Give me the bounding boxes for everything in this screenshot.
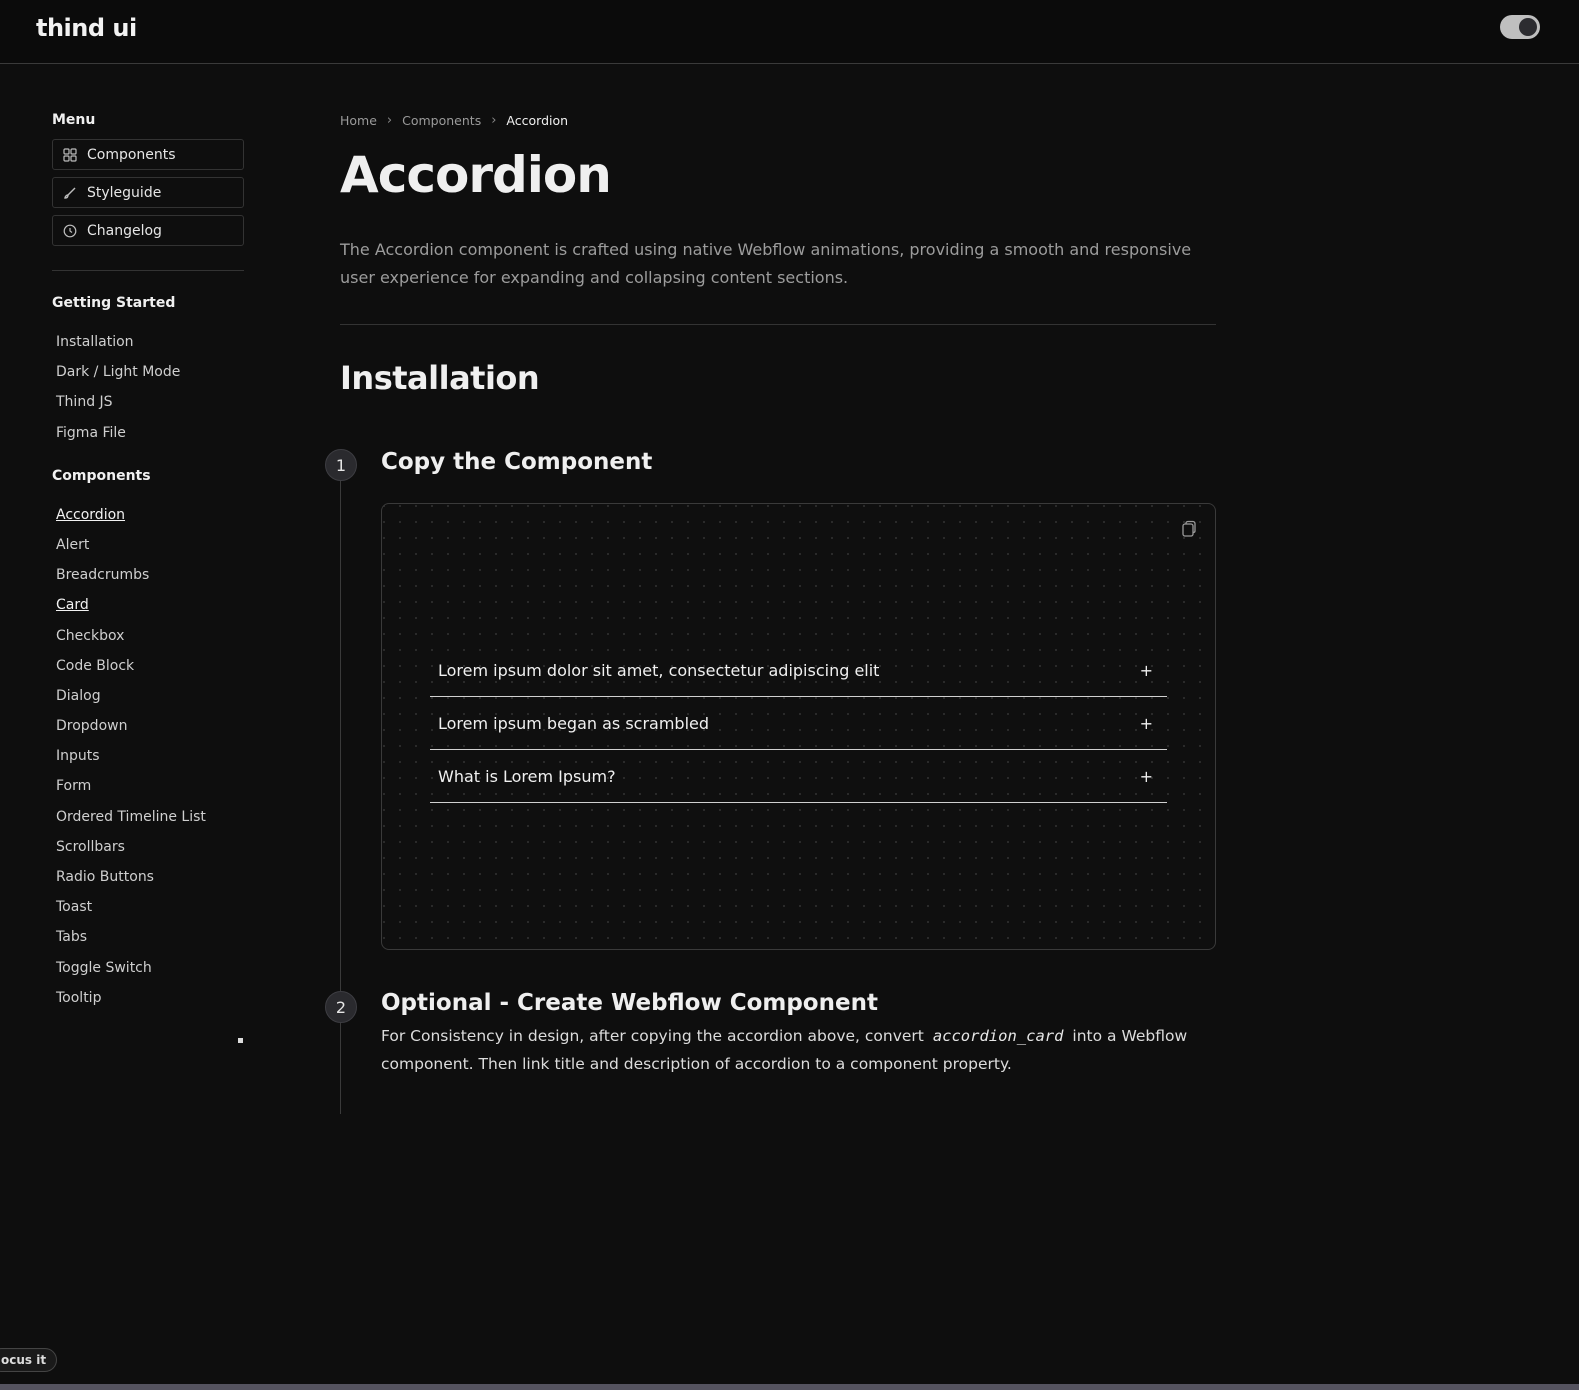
sidebar-item-tabs[interactable]: Tabs — [52, 922, 244, 952]
plus-icon: + — [1139, 660, 1153, 680]
brush-icon — [64, 187, 76, 199]
menu-item-label: Styleguide — [87, 184, 162, 201]
sidebar-item-thind-js[interactable]: Thind JS — [52, 387, 244, 417]
step-number: 1 — [325, 449, 357, 481]
sidebar-item-dialog[interactable]: Dialog — [52, 681, 244, 711]
components-heading: Components — [52, 467, 151, 484]
accordion-question: Lorem ipsum began as scrambled — [438, 713, 710, 733]
menu-item-changelog[interactable]: Changelog — [52, 215, 244, 246]
sidebar: Menu Components Styleguide Changelog Get… — [52, 112, 244, 1013]
breadcrumb-components[interactable]: Components — [402, 113, 481, 128]
sidebar-item-toast[interactable]: Toast — [52, 892, 244, 922]
accordion-item[interactable]: What is Lorem Ipsum? + — [430, 750, 1167, 803]
sidebar-item-alert[interactable]: Alert — [52, 530, 244, 560]
sidebar-item-breadcrumbs[interactable]: Breadcrumbs — [52, 560, 244, 590]
getting-started-list: Installation Dark / Light Mode Thind JS … — [52, 327, 244, 448]
sidebar-item-tooltip[interactable]: Tooltip — [52, 983, 244, 1013]
installation-heading: Installation — [340, 359, 540, 397]
sidebar-item-checkbox[interactable]: Checkbox — [52, 621, 244, 651]
sidebar-item-radio-buttons[interactable]: Radio Buttons — [52, 862, 244, 892]
component-preview: Lorem ipsum dolor sit amet, consectetur … — [381, 503, 1216, 950]
top-bar: thind ui — [0, 0, 1579, 64]
page-lead: The Accordion component is crafted using… — [340, 240, 1192, 287]
theme-toggle[interactable] — [1500, 15, 1540, 39]
chevron-right-icon: › — [386, 112, 393, 128]
accordion-item[interactable]: Lorem ipsum began as scrambled + — [430, 697, 1167, 750]
sidebar-divider — [52, 270, 244, 271]
sidebar-item-dropdown[interactable]: Dropdown — [52, 711, 244, 741]
sidebar-item-figma-file[interactable]: Figma File — [52, 418, 244, 448]
clock-icon — [63, 224, 77, 237]
step-title: Copy the Component — [381, 449, 653, 475]
step-number: 2 — [325, 991, 357, 1023]
step-text-before: For Consistency in design, after copying… — [381, 1027, 924, 1045]
breadcrumb: Home › Components › Accordion — [340, 110, 1216, 130]
sidebar-item-ordered-timeline-list[interactable]: Ordered Timeline List — [52, 802, 244, 832]
sidebar-marker — [238, 1038, 243, 1043]
sidebar-item-form[interactable]: Form — [52, 771, 244, 801]
plus-icon: + — [1139, 713, 1153, 733]
focus-pill[interactable]: ocus it — [0, 1348, 58, 1372]
main-content: Home › Components › Accordion Accordion … — [340, 110, 1216, 397]
content-divider — [340, 324, 1216, 325]
page-title: Accordion — [340, 146, 612, 204]
sidebar-item-toggle-switch[interactable]: Toggle Switch — [52, 953, 244, 983]
getting-started-heading: Getting Started — [52, 295, 176, 311]
sidebar-item-dark-light-mode[interactable]: Dark / Light Mode — [52, 357, 244, 387]
sidebar-item-scrollbars[interactable]: Scrollbars — [52, 832, 244, 862]
accordion: Lorem ipsum dolor sit amet, consectetur … — [430, 644, 1167, 803]
sidebar-item-code-block[interactable]: Code Block — [52, 651, 244, 681]
theme-toggle-knob — [1519, 18, 1537, 36]
logo[interactable]: thind ui — [36, 14, 137, 42]
menu-item-label: Changelog — [87, 222, 162, 239]
sidebar-item-card[interactable]: Card — [52, 590, 244, 620]
step-title: Optional - Create Webflow Component — [381, 990, 878, 1016]
accordion-question: What is Lorem Ipsum? — [438, 766, 616, 786]
bottom-bar — [0, 1384, 1579, 1390]
chevron-right-icon: › — [491, 112, 497, 128]
accordion-item[interactable]: Lorem ipsum dolor sit amet, consectetur … — [430, 644, 1167, 697]
sidebar-item-inputs[interactable]: Inputs — [52, 741, 244, 771]
menu-item-label: Components — [87, 146, 176, 163]
sidebar-item-accordion[interactable]: Accordion — [52, 500, 244, 530]
grid-icon — [63, 147, 77, 162]
breadcrumb-home[interactable]: Home — [340, 113, 377, 128]
menu-item-styleguide[interactable]: Styleguide — [52, 177, 244, 208]
plus-icon: + — [1139, 766, 1153, 786]
breadcrumb-current: Accordion — [506, 112, 569, 128]
copy-icon[interactable] — [1181, 520, 1197, 538]
step-description: For Consistency in design, after copying… — [381, 1022, 1201, 1078]
menu-heading: Menu — [52, 112, 96, 128]
components-list: Accordion Alert Breadcrumbs Card Checkbo… — [52, 500, 244, 1013]
sidebar-item-installation[interactable]: Installation — [52, 327, 244, 357]
accordion-question: Lorem ipsum dolor sit amet, consectetur … — [438, 660, 880, 680]
inline-code: accordion_card — [932, 1027, 1064, 1045]
menu-item-components[interactable]: Components — [52, 139, 244, 170]
